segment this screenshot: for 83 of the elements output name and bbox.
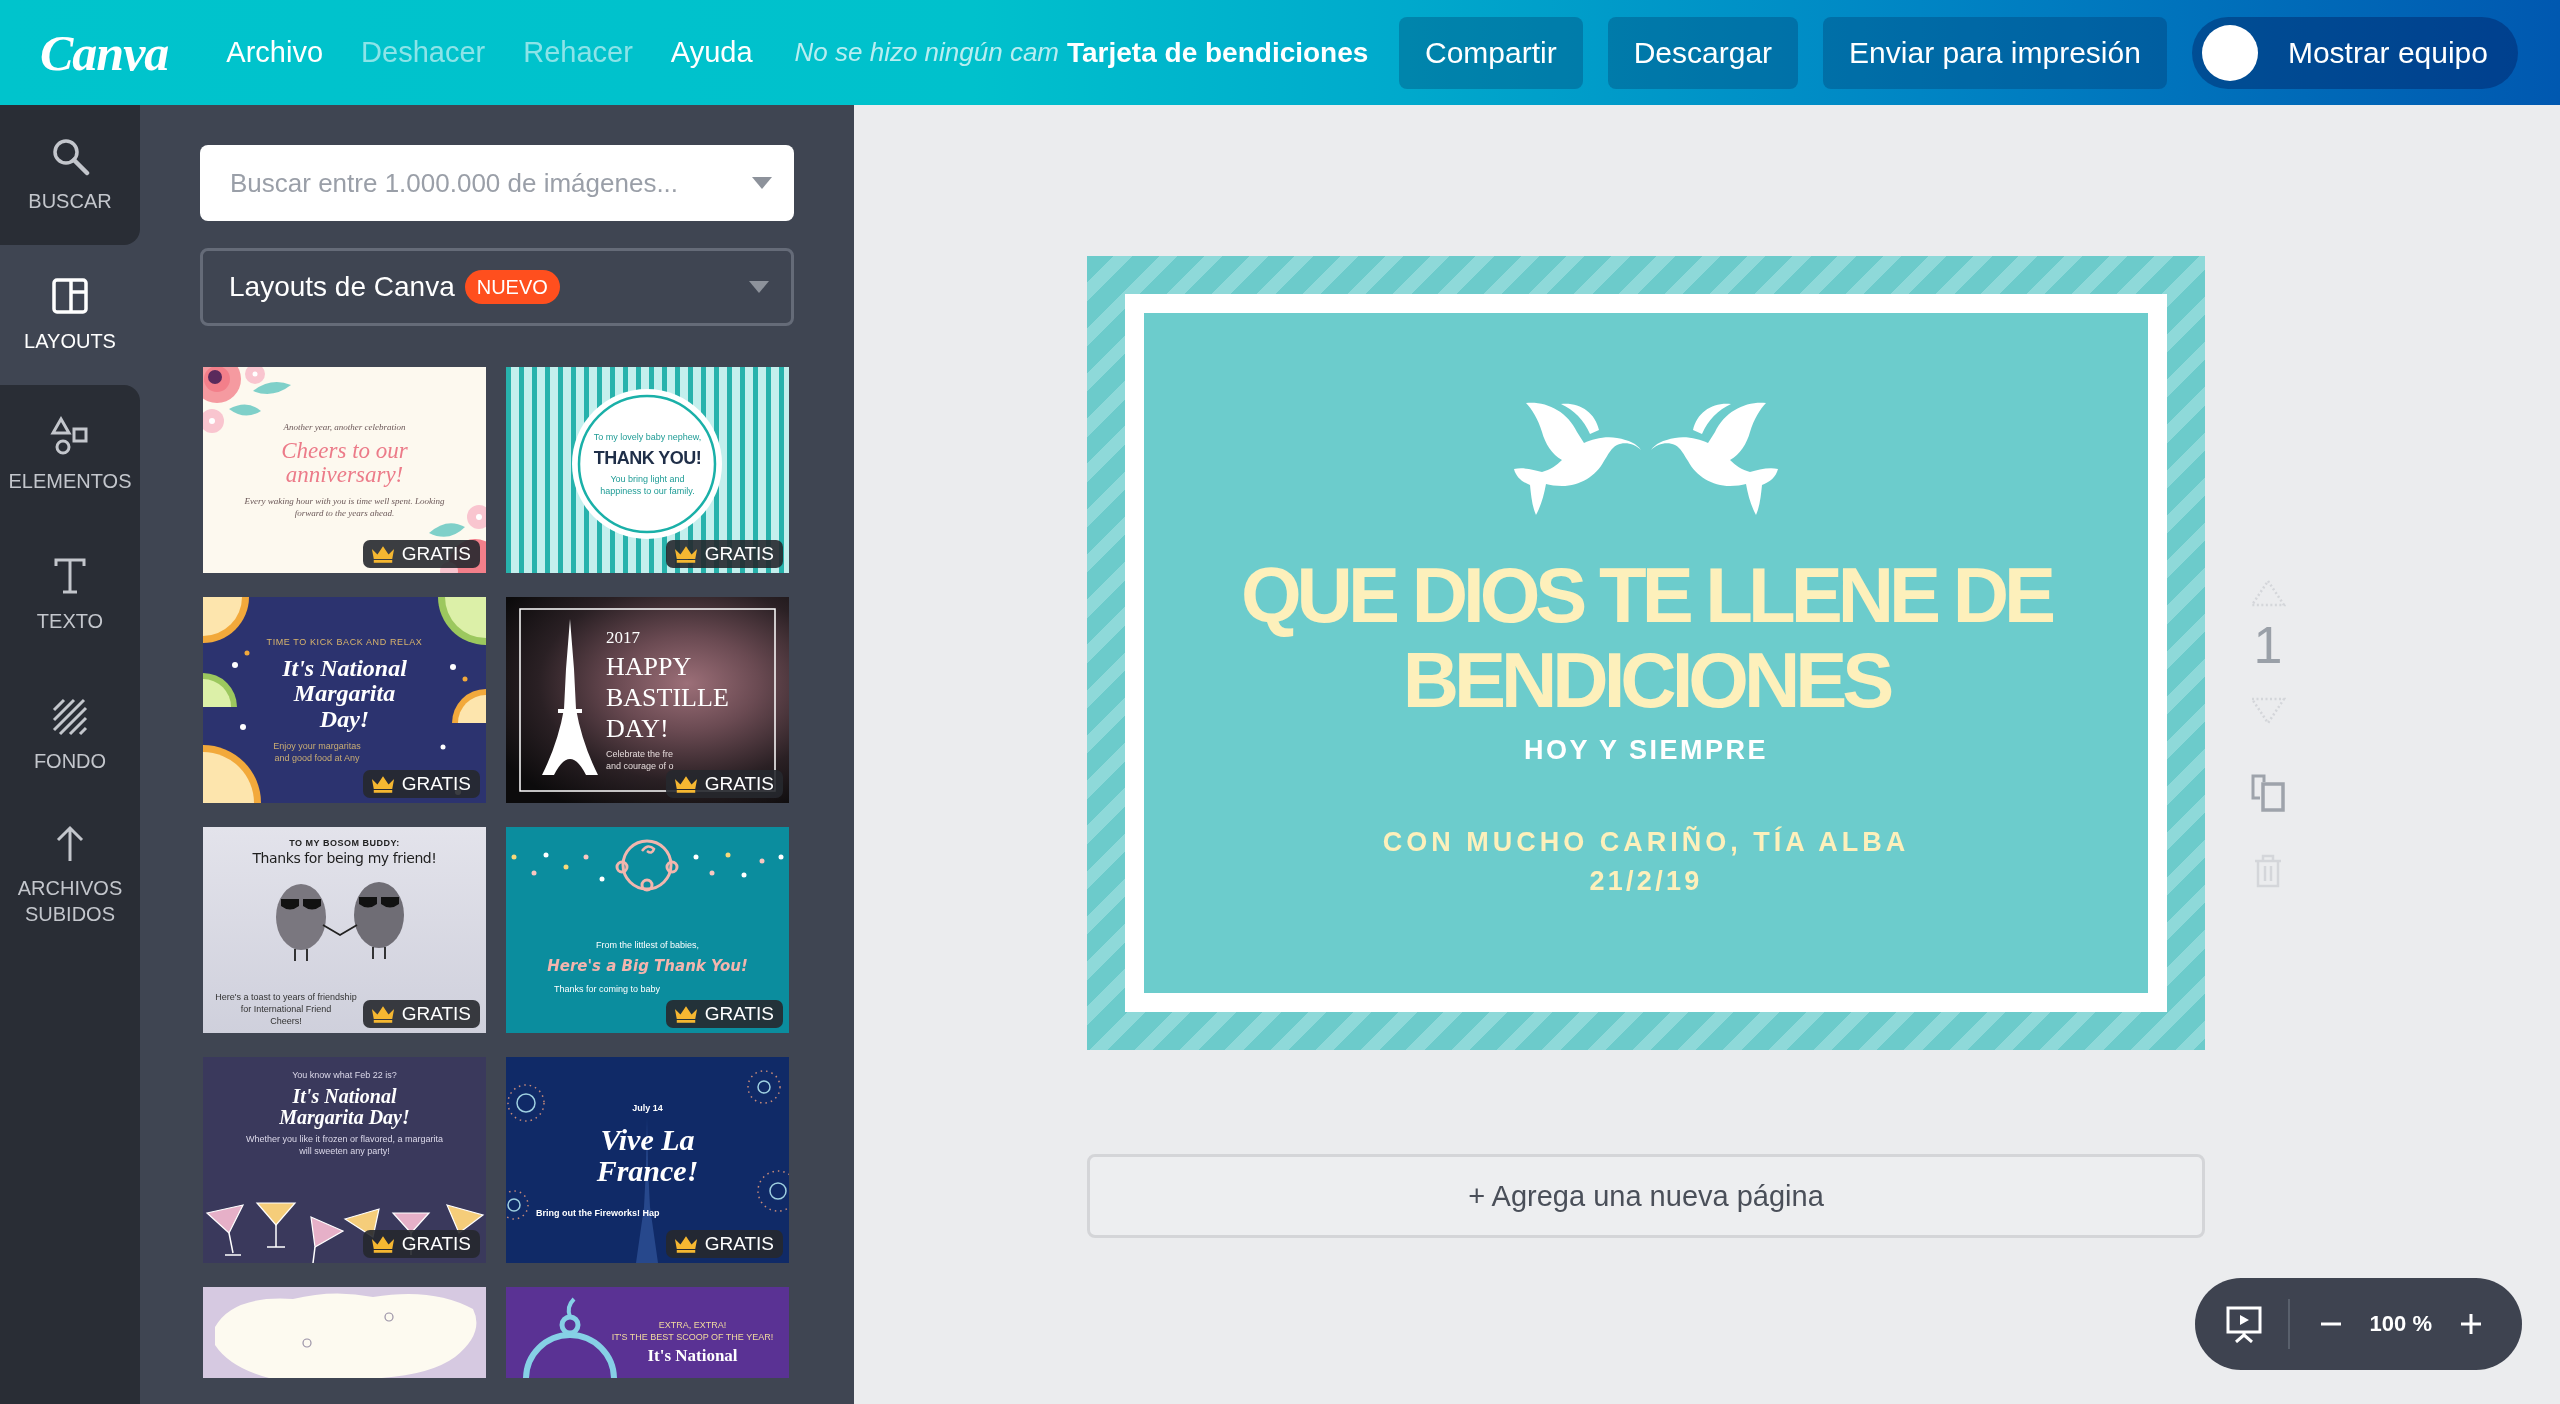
caret-down-icon xyxy=(749,281,769,293)
sidebar-tab[interactable]: BUSCAR xyxy=(0,105,140,245)
free-label: GRATIS xyxy=(401,1233,471,1255)
crown-icon xyxy=(370,545,395,563)
card-headline: QUE DIOS TE LLENE DE BENDICIONES xyxy=(1239,553,2053,723)
dove-icon xyxy=(1651,402,1778,515)
template-caption: To my lovely baby nephew, xyxy=(593,430,702,443)
print-button[interactable]: Enviar para impresión xyxy=(1823,16,2167,89)
template-caption: Celebrate the fre and courage of o xyxy=(606,748,675,773)
template-title: It's National xyxy=(647,1347,738,1365)
share-button[interactable]: Compartir xyxy=(1399,16,1583,89)
template-thumbnail[interactable]: TIME TO KICK BACK AND RELAX It's National Margarita Day! Enjoy your margaritas and good food at Any GRATIS xyxy=(203,597,486,803)
crown-icon xyxy=(370,1235,395,1253)
template-caption: Every waking hour with you is time well spent. Looking forward to the years ahead. xyxy=(244,495,445,520)
crown-icon xyxy=(673,1005,698,1023)
template-title: THANK YOU! xyxy=(593,448,702,468)
template-caption: EXTRA, EXTRA! xyxy=(658,1319,727,1331)
page-number: 1 xyxy=(2253,619,2283,671)
save-status: No se hizo ningún cam xyxy=(794,37,1059,68)
layouts-dropdown[interactable]: Layouts de Canva NUEVO xyxy=(200,248,794,326)
free-label: GRATIS xyxy=(704,543,774,565)
template-title: It's National Margarita Day! xyxy=(281,656,408,732)
dove-icon xyxy=(1514,402,1641,515)
card-date: 21/2/19 xyxy=(1589,865,1703,897)
zoom-level: 100 % xyxy=(2369,1311,2432,1337)
present-icon[interactable] xyxy=(2224,1305,2263,1343)
sidebar-tab[interactable]: ELEMENTOS xyxy=(0,385,140,525)
crown-icon xyxy=(673,775,698,793)
template-caption: Enjoy your margaritas and good food at Any xyxy=(272,739,362,764)
new-badge: NUEVO xyxy=(464,270,560,304)
search-icon xyxy=(50,136,90,176)
caret-down-icon[interactable] xyxy=(752,177,772,189)
free-label: GRATIS xyxy=(401,543,471,565)
template-caption: Bring out the Fireworks! Hap xyxy=(536,1206,660,1219)
template-caption: TIME TO KICK BACK AND RELAX xyxy=(266,636,423,649)
download-button[interactable]: Descargar xyxy=(1607,16,1799,89)
shapes-icon xyxy=(50,416,90,456)
free-label: GRATIS xyxy=(704,1233,774,1255)
template-thumbnail[interactable]: July 14 Vive La France! Bring out the Fireworks! Hap GRATIS xyxy=(506,1057,789,1263)
template-title: It's National Margarita Day! xyxy=(278,1086,411,1128)
team-toggle[interactable]: Mostrar equipo xyxy=(2191,16,2518,89)
sidebar-tab[interactable]: LAYOUTS xyxy=(0,245,140,385)
template-caption: Thanks for coming to baby xyxy=(554,983,661,995)
template-thumbnail[interactable]: Another year, another celebration Cheers to our anniversary! Every waking hour with you is time well spent. Looking forward to the years ahead. GRATIS xyxy=(203,367,486,573)
template-thumbnail[interactable] xyxy=(203,1287,486,1378)
template-caption: You know what Feb 22 is? xyxy=(292,1069,397,1081)
crown-icon xyxy=(673,1235,698,1253)
layout-icon xyxy=(50,276,90,316)
template-caption: July 14 xyxy=(632,1101,663,1114)
template-caption: Whether you like it frozen or flavored, a margarita will sweeten any party! xyxy=(244,1133,445,1157)
zoom-in-icon[interactable] xyxy=(2460,1313,2482,1335)
card-signature: CON MUCHO CARIÑO, TÍA ALBA xyxy=(1382,826,1910,858)
template-caption: You bring light and happiness to our family. xyxy=(599,473,696,498)
template-caption: IT'S THE BEST SCOOP OF THE YEAR! xyxy=(611,1331,774,1343)
template-thumbnail[interactable]: TO MY BOSOM BUDDY: Thanks for being my friend! Here's a toast to years of friendship for International Friend Cheers! GRATIS xyxy=(203,827,486,1033)
template-title: HAPPY BASTILLE DAY! xyxy=(606,650,730,745)
template-thumbnail[interactable]: 2017 HAPPY BASTILLE DAY! Celebrate the fre and courage of o GRATIS xyxy=(506,597,789,803)
template-title: Cheers to our anniversary! xyxy=(280,438,409,488)
template-title: Vive La France! xyxy=(595,1123,700,1187)
template-caption: From the littlest of babies, xyxy=(595,939,699,952)
template-title: Thanks for being my friend! xyxy=(252,851,437,866)
add-page-button[interactable]: + Agrega una nueva página xyxy=(1087,1154,2205,1238)
template-thumbnail[interactable]: From the littlest of babies, Here's a Big Thank You! Thanks for coming to baby GRATIS xyxy=(506,827,789,1033)
copy-icon[interactable] xyxy=(2250,772,2286,812)
crown-icon xyxy=(673,545,698,563)
template-caption: TO MY BOSOM BUDDY: xyxy=(289,837,400,849)
template-thumbnail[interactable]: You know what Feb 22 is? It's National Margarita Day! Whether you like it frozen or flavored, a margarita will sweeten any party! GRATIS xyxy=(203,1057,486,1263)
template-caption: 2017 xyxy=(606,627,640,647)
free-label: GRATIS xyxy=(704,1003,774,1025)
template-title: Here's a Big Thank You! xyxy=(547,959,748,975)
free-label: GRATIS xyxy=(704,773,774,795)
template-caption: Here's a toast to years of friendship for International Friend xyxy=(214,991,358,1015)
free-label: GRATIS xyxy=(401,1003,471,1025)
free-label: GRATIS xyxy=(401,773,471,795)
hatch-icon xyxy=(50,696,90,736)
template-caption: Cheers! xyxy=(270,1015,302,1027)
template-thumbnail[interactable]: To my lovely baby nephew, THANK YOU! You bring light and happiness to our family. GRATIS xyxy=(506,367,789,573)
template-thumbnail[interactable]: EXTRA, EXTRA! IT'S THE BEST SCOOP OF THE YEAR! It's National xyxy=(506,1287,789,1378)
crown-icon xyxy=(370,1005,395,1023)
card-subtitle: HOY Y SIEMPRE xyxy=(1523,734,1769,766)
crown-icon xyxy=(370,775,395,793)
template-caption: Another year, another celebration xyxy=(283,420,406,433)
search-field[interactable]: Buscar entre 1.000.000 de imágenes... xyxy=(200,145,794,221)
